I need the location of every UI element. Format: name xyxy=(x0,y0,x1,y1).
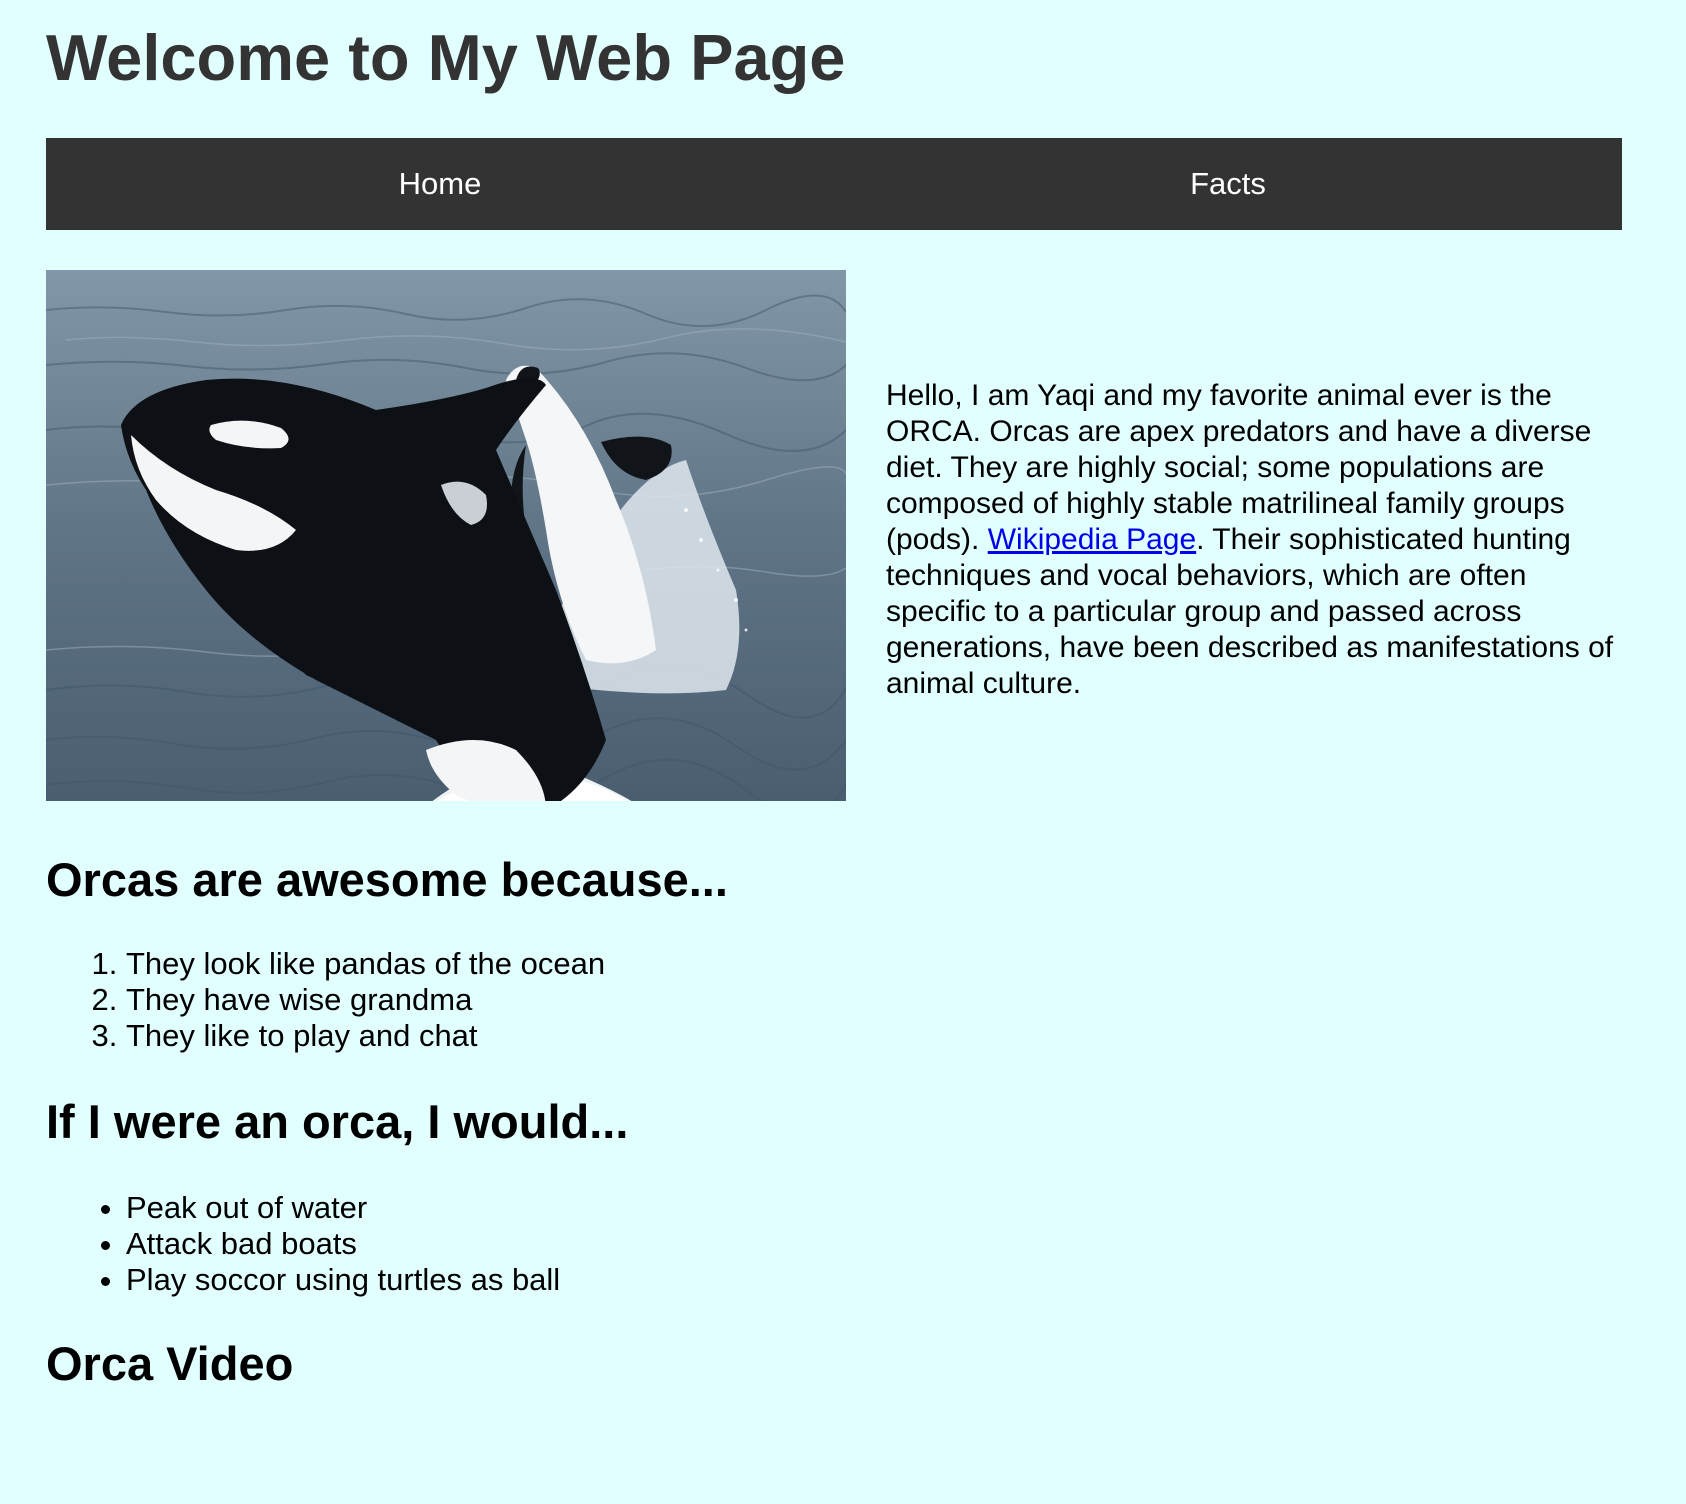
wikipedia-link[interactable]: Wikipedia Page xyxy=(988,523,1196,556)
navbar: Home Facts xyxy=(46,138,1622,230)
awesome-heading: Orcas are awesome because... xyxy=(46,853,728,906)
list-item: They like to play and chat xyxy=(126,1018,605,1054)
intro-paragraph: Hello, I am Yaqi and my favorite animal … xyxy=(886,378,1622,702)
nav-item-facts[interactable]: Facts xyxy=(834,138,1622,230)
list-item: Attack bad boats xyxy=(126,1226,560,1262)
list-item: They look like pandas of the ocean xyxy=(126,946,605,982)
would-list: Peak out of water Attack bad boats Play … xyxy=(46,1190,560,1298)
video-heading: Orca Video xyxy=(46,1337,294,1390)
orca-photo xyxy=(46,270,846,801)
list-item: They have wise grandma xyxy=(126,982,605,1018)
would-heading: If I were an orca, I would... xyxy=(46,1095,629,1148)
hero-section: Hello, I am Yaqi and my favorite animal … xyxy=(46,270,1622,801)
awesome-list: They look like pandas of the ocean They … xyxy=(46,946,605,1054)
list-item: Peak out of water xyxy=(126,1190,560,1226)
page-title: Welcome to My Web Page xyxy=(46,21,846,94)
nav-item-home[interactable]: Home xyxy=(46,138,834,230)
list-item: Play soccor using turtles as ball xyxy=(126,1262,560,1298)
